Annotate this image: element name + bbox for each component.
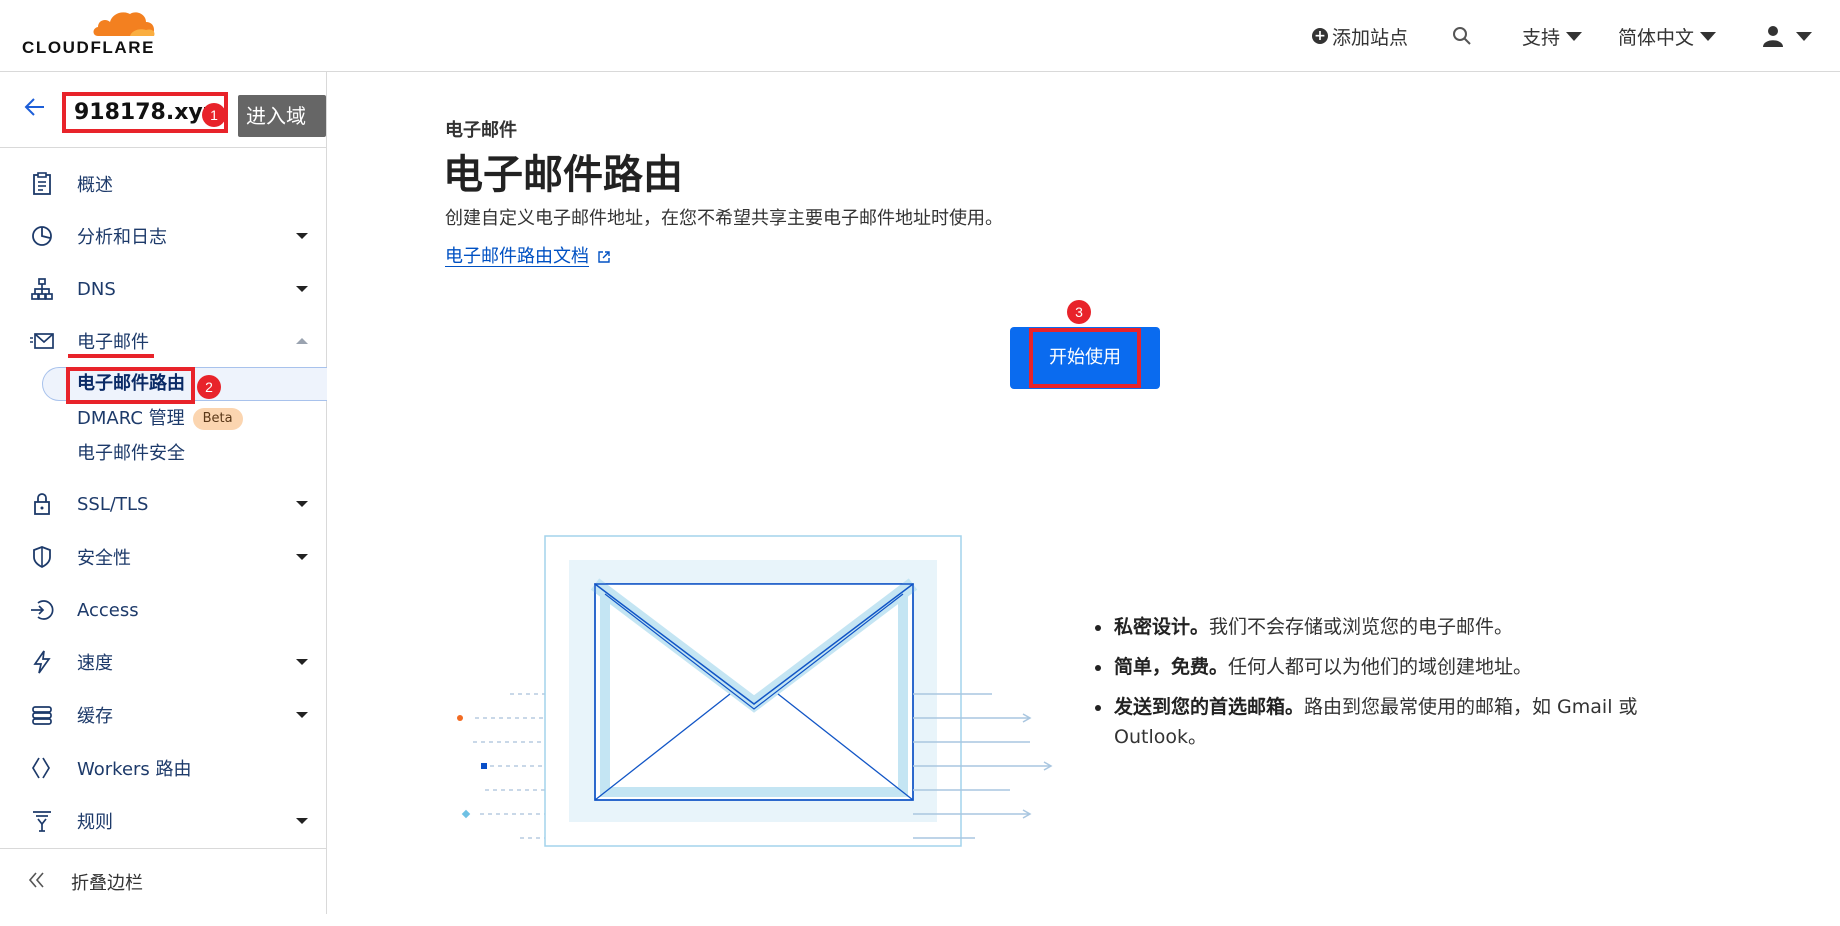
search-button[interactable] [1452,26,1472,46]
section-eyebrow: 电子邮件 [445,120,517,141]
cloud-logo-icon [93,12,155,36]
user-icon [1763,26,1783,47]
page-title: 电子邮件路由 [443,152,683,198]
caret-down-icon [1700,31,1716,41]
language-label: 简体中文 [1617,26,1694,49]
access-icon [31,600,54,620]
sidebar-item-dns[interactable]: DNS [0,269,326,309]
back-arrow-icon[interactable] [24,96,46,118]
sidebar-item-label: Workers 路由 [77,759,192,780]
funnel-icon [33,811,51,832]
email-security-label: 电子邮件安全 [77,443,185,464]
docs-link-label: 电子邮件路由文档 [445,246,589,267]
docs-link[interactable]: 电子邮件路由文档 [445,242,611,268]
caret-down-icon [1796,31,1812,41]
chevron-down-icon [296,501,308,507]
sidebar-item-label: 安全性 [77,548,131,569]
page-description: 创建自定义电子邮件地址，在您不希望共享主要电子邮件地址时使用。 [445,208,1003,229]
sidebar-item-label: DNS [77,278,116,300]
collapse-sidebar-label: 折叠边栏 [71,873,143,894]
annotation-highlight-box [66,367,195,404]
chevron-down-icon [296,712,308,718]
language-menu[interactable]: 简体中文 [1618,23,1716,50]
support-label: 支持 [1521,26,1560,49]
top-bar: CLOUDFLARE + 添加站点 支持 简体中文 [0,0,1840,72]
sidebar-item-rules[interactable]: 规则 [0,801,326,841]
double-chevron-left-icon [28,872,44,888]
sidebar-item-overview[interactable]: 概述 [0,164,326,204]
annotation-underline [68,354,154,358]
sidebar-item-label: 规则 [77,812,113,833]
step-badge-2: 2 [197,375,221,399]
sidebar-item-security[interactable]: 安全性 [0,537,326,577]
pie-chart-icon [32,226,52,246]
chevron-down-icon [296,818,308,824]
sidebar-item-label: 概述 [77,175,113,196]
feature-list: 私密设计。我们不会存储或浏览您的电子邮件。 简单，免费。任何人都可以为他们的域创… [1088,612,1708,762]
sidebar-item-access[interactable]: Access [0,590,326,630]
feature-item: 私密设计。我们不会存储或浏览您的电子邮件。 [1088,612,1708,642]
shield-icon [33,546,51,569]
main-content: 电子邮件 电子邮件路由 创建自定义电子邮件地址，在您不希望共享主要电子邮件地址时… [327,72,1840,914]
sidebar-item-email[interactable]: 电子邮件 [0,321,326,361]
chevron-down-icon [296,286,308,292]
sidebar-item-analytics[interactable]: 分析和日志 [0,216,326,256]
search-icon [1452,27,1471,45]
top-navigation: + 添加站点 支持 简体中文 [1311,0,1812,72]
domain-header: 918178.xyz 1 进入域名下 [0,72,326,170]
annotation-tooltip: 进入域名下 [238,95,326,170]
caret-down-icon [1565,31,1582,41]
sidebar-item-label: 速度 [77,653,113,674]
sidebar: 918178.xyz 1 进入域名下 概述 分析和日志 DNS 电子邮件 电子邮… [0,72,327,914]
beta-badge: Beta [192,408,243,430]
network-icon [31,278,53,300]
dmarc-label: DMARC 管理 Beta [77,402,243,436]
storage-icon [32,706,52,725]
account-menu[interactable] [1762,25,1812,47]
annotation-highlight-box [1029,328,1141,388]
plus-circle-icon: + [1311,28,1328,44]
workers-icon [32,757,50,779]
chevron-up-icon [296,338,308,344]
lightning-icon [33,650,51,674]
step-badge-1: 1 [202,103,226,127]
sidebar-item-label: 电子邮件 [77,332,149,353]
collapse-sidebar-button[interactable]: 折叠边栏 [0,848,326,914]
feature-item: 发送到您的首选邮箱。路由到您最常使用的邮箱，如 Gmail 或 Outlook。 [1088,692,1708,752]
sidebar-item-label: 缓存 [77,706,113,727]
support-menu[interactable]: 支持 [1522,23,1582,50]
sidebar-subitem-email-security[interactable]: 电子邮件安全 [0,437,326,471]
external-link-icon [598,251,610,263]
envelope-illustration [457,535,1053,847]
sidebar-item-workers-routes[interactable]: Workers 路由 [0,748,326,788]
sidebar-item-label: SSL/TLS [77,493,149,515]
sidebar-item-ssl[interactable]: SSL/TLS [0,484,326,524]
chevron-down-icon [296,659,308,665]
sidebar-item-label: Access [77,599,139,621]
email-icon [30,333,54,349]
sidebar-item-cache[interactable]: 缓存 [0,695,326,735]
step-badge-3: 3 [1067,300,1091,324]
add-site-button[interactable]: + 添加站点 [1311,23,1408,50]
cloudflare-logo[interactable]: CLOUDFLARE [22,8,158,58]
logo-wordmark: CLOUDFLARE [22,38,156,57]
sidebar-item-label: 分析和日志 [77,227,167,248]
chevron-down-icon [296,554,308,560]
add-site-label: 添加站点 [1331,26,1408,49]
sidebar-subitem-dmarc[interactable]: DMARC 管理 Beta [0,402,326,436]
lock-icon [34,493,50,515]
feature-item: 简单，免费。任何人都可以为他们的域创建地址。 [1088,652,1708,682]
clipboard-icon [33,172,51,195]
sidebar-item-speed[interactable]: 速度 [0,642,326,682]
chevron-down-icon [296,233,308,239]
